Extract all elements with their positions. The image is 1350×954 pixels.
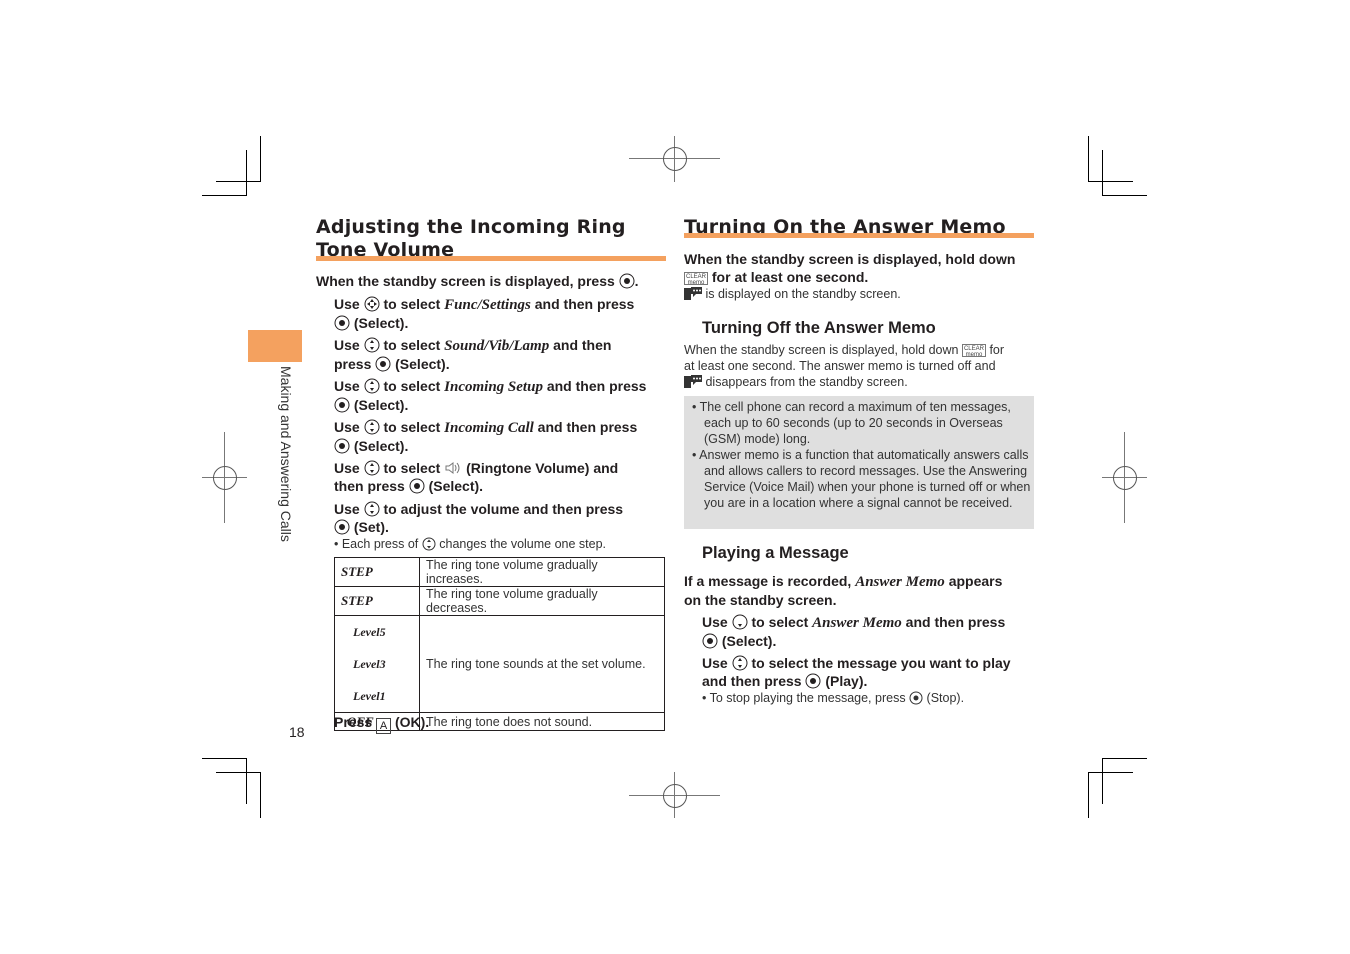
step-3: Use to select Incoming Setup and then pr… (334, 378, 647, 413)
title-underline (684, 233, 1034, 238)
intro-instruction: When the standby screen is displayed, pr… (316, 273, 639, 289)
answer-memo-instruction: When the standby screen is displayed, ho… (684, 251, 1016, 286)
memo-displayed-note: is displayed on the standby screen. (684, 286, 901, 302)
table-key: STEP (334, 586, 420, 616)
crop-mark (1102, 758, 1147, 759)
playing-intro: If a message is recorded, Answer Memo ap… (684, 573, 1003, 608)
registration-circle (663, 147, 687, 171)
crop-mark (1088, 772, 1133, 773)
clear-memo-key-icon: CLEAR memo (961, 344, 986, 358)
crop-mark (1088, 181, 1133, 182)
notes-box: • The cell phone can record a maximum of… (684, 396, 1034, 529)
center-key-icon (334, 519, 350, 535)
table-desc: The ring tone volume gradually increases… (419, 557, 665, 587)
page-number: 18 (289, 724, 305, 740)
step-2: Use to select Sound/Vib/Lamp and then pr… (334, 337, 612, 372)
volume-table: STEP The ring tone volume gradually incre… (334, 557, 665, 731)
answer-memo-icon (684, 287, 702, 300)
center-key-icon (909, 691, 923, 705)
answer-memo-icon (684, 375, 702, 388)
registration-circle (213, 466, 237, 490)
crop-mark (216, 772, 261, 773)
table-row: STEP The ring tone volume gradually incre… (334, 557, 665, 587)
crop-mark (1102, 758, 1103, 804)
clear-memo-key-icon: CLEAR memo (684, 272, 708, 286)
crop-mark (202, 758, 247, 759)
crop-mark (202, 195, 247, 196)
note-item: • The cell phone can record a maximum of… (692, 400, 1011, 446)
up-down-key-icon (364, 337, 380, 353)
crop-mark (216, 181, 261, 182)
center-key-icon (334, 315, 350, 331)
center-key-icon (805, 673, 821, 689)
table-key: Level5 Level3 Level1 (334, 615, 420, 713)
center-key-icon (334, 438, 350, 454)
crop-mark (260, 772, 261, 818)
step-5: Use to select (Ringtone Volume) and then… (334, 460, 619, 494)
down-key-icon (732, 614, 748, 630)
table-key: STEP (334, 557, 420, 587)
title-underline (316, 256, 666, 261)
up-down-key-icon (364, 378, 380, 394)
crop-mark (1088, 772, 1089, 818)
step-1: Use to select Func/Settings and then pre… (334, 296, 635, 331)
table-desc: The ring tone volume gradually decreases… (419, 586, 665, 616)
center-key-icon (619, 273, 635, 289)
ok-key-icon: A (376, 718, 392, 734)
up-down-key-icon (732, 655, 748, 671)
ringtone-volume-icon (445, 462, 460, 474)
volume-step-note: • Each press of changes the volume one s… (334, 537, 607, 551)
center-key-icon (334, 397, 350, 413)
table-row: STEP The ring tone volume gradually decre… (334, 586, 665, 616)
chapter-tab (248, 330, 302, 362)
table-desc: The ring tone sounds at the set volume. (419, 615, 665, 713)
final-step: Press A (OK). (334, 714, 430, 734)
table-row: Level5 Level3 Level1 The ring tone sounds … (334, 615, 665, 713)
crop-mark (1102, 150, 1103, 196)
crop-mark (1102, 195, 1147, 196)
center-key-icon (409, 478, 425, 494)
up-down-key-icon (364, 419, 380, 435)
center-key-icon (375, 356, 391, 372)
crop-mark (246, 758, 247, 804)
registration-circle (663, 784, 687, 808)
turning-off-text: When the standby screen is displayed, ho… (684, 343, 1005, 389)
center-key-icon (702, 633, 718, 649)
step-6: Use to adjust the volume and then press … (334, 501, 624, 535)
chapter-label: Making and Answering Calls (278, 366, 294, 542)
up-down-key-icon (364, 501, 380, 517)
crop-mark (260, 136, 261, 182)
play-step-2: Use to select the message you want to pl… (702, 655, 1011, 689)
subsection-turning-off: Turning Off the Answer Memo (702, 319, 936, 337)
crop-mark (1088, 136, 1089, 182)
stop-note: • To stop playing the message, press (St… (702, 691, 965, 705)
up-down-key-icon (422, 537, 436, 551)
up-down-key-icon (364, 460, 380, 476)
play-step-1: Use to select Answer Memo and then press… (702, 614, 1006, 649)
note-item: • Answer memo is a function that automat… (692, 448, 1031, 510)
multi-selector-icon (364, 296, 380, 312)
crop-mark (246, 150, 247, 196)
step-4: Use to select Incoming Call and then pre… (334, 419, 638, 454)
table-desc: The ring tone does not sound. (419, 712, 665, 731)
registration-circle (1113, 466, 1137, 490)
subsection-playing: Playing a Message (702, 544, 849, 562)
